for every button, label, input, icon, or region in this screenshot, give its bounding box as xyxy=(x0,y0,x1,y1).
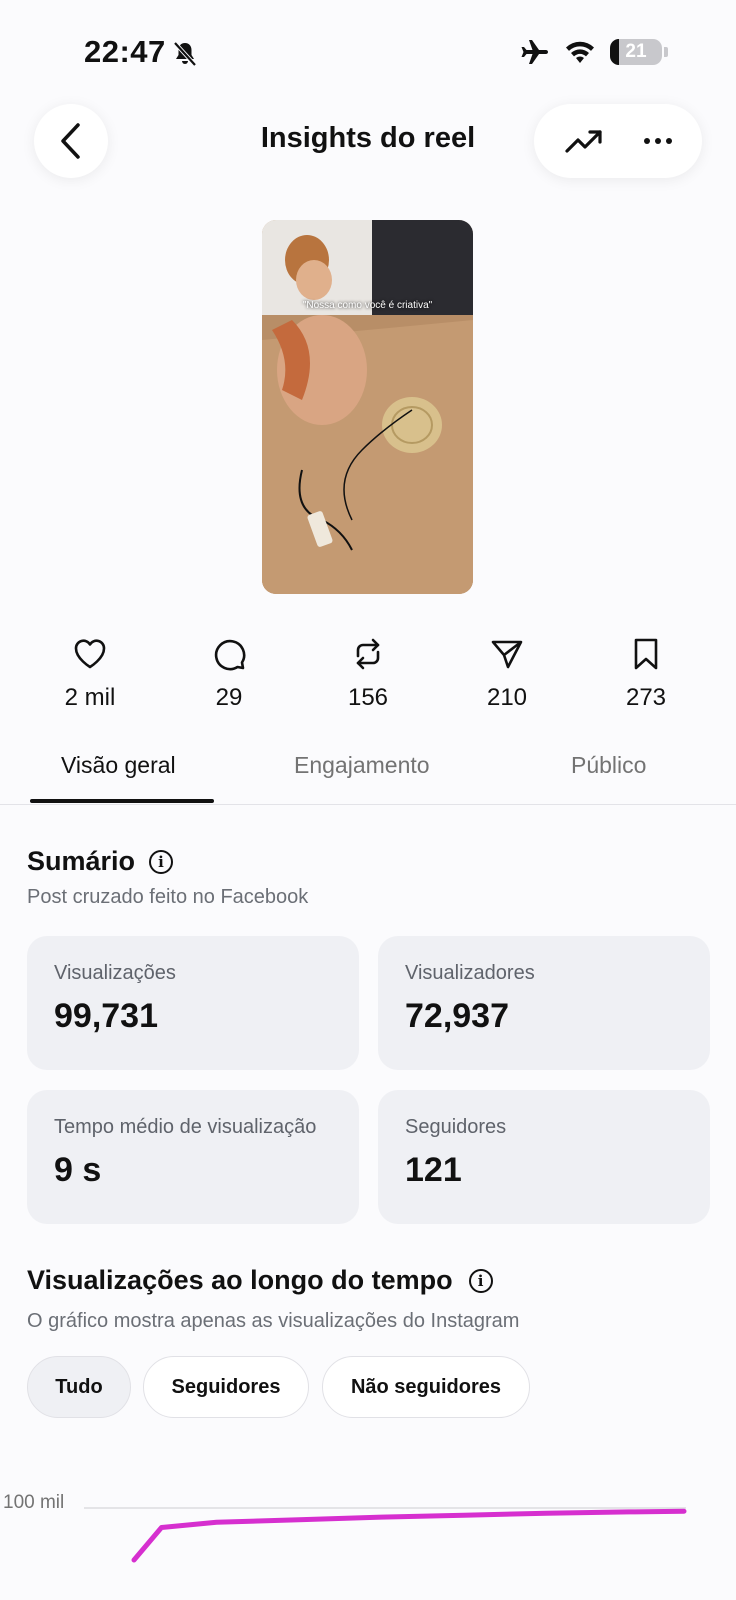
card-viewers: Visualizadores 72,937 xyxy=(378,936,710,1070)
y-tick-label: 100 mil xyxy=(3,1492,64,1513)
stat-likes-value: 2 mil xyxy=(64,684,116,711)
more-options-icon[interactable] xyxy=(643,137,673,145)
stat-shares-value: 210 xyxy=(486,684,528,711)
card-views-label: Visualizações xyxy=(54,962,176,984)
insights-tabs: Visão geral Engajamento Público xyxy=(0,752,736,805)
battery-tip xyxy=(664,47,668,57)
views-line-chart: 100 mil xyxy=(3,1492,687,1563)
views-over-time-subtitle: O gráfico mostra apenas as visualizações… xyxy=(27,1310,520,1332)
tab-audience[interactable]: Público xyxy=(571,752,646,779)
card-viewers-label: Visualizadores xyxy=(405,962,535,984)
stat-saves: 273 xyxy=(586,636,706,712)
card-followers: Seguidores 121 xyxy=(378,1090,710,1224)
summary-header: Sumário i xyxy=(27,846,174,877)
views-over-time-header: Visualizações ao longo do tempo i xyxy=(27,1265,493,1296)
card-avg-watch-time: Tempo médio de visualização 9 s xyxy=(27,1090,359,1224)
tab-overview[interactable]: Visão geral xyxy=(61,752,176,779)
stat-saves-value: 273 xyxy=(625,684,667,711)
card-views-value: 99,731 xyxy=(54,997,158,1035)
filter-non-followers-chip[interactable]: Não seguidores xyxy=(322,1356,530,1418)
reel-image xyxy=(262,220,473,594)
views-over-time-title: Visualizações ao longo do tempo xyxy=(27,1265,453,1295)
comment-icon xyxy=(214,639,246,671)
status-time: 22:47 xyxy=(84,34,166,69)
reel-thumbnail[interactable]: "Nossa como você é criativa" xyxy=(262,220,473,594)
stat-comments: 29 xyxy=(169,636,289,712)
save-icon xyxy=(634,638,658,670)
heart-icon xyxy=(74,639,106,669)
filter-all-chip[interactable]: Tudo xyxy=(27,1356,131,1418)
summary-title: Sumário xyxy=(27,846,136,876)
filter-followers-chip[interactable]: Seguidores xyxy=(143,1356,309,1418)
tab-engagement[interactable]: Engajamento xyxy=(294,752,430,779)
card-viewers-value: 72,937 xyxy=(405,997,509,1035)
stat-reposts-value: 156 xyxy=(347,684,389,711)
card-avg-watch-time-value: 9 s xyxy=(54,1151,102,1189)
card-views: Visualizações 99,731 xyxy=(27,936,359,1070)
info-icon[interactable]: i xyxy=(149,849,174,874)
reel-stats: 2 mil 29 156 210 273 xyxy=(30,636,706,712)
info-icon[interactable]: i xyxy=(468,1268,493,1293)
share-icon xyxy=(491,640,523,669)
stat-shares: 210 xyxy=(447,636,567,712)
active-tab-indicator xyxy=(30,799,214,803)
battery-level: 21 xyxy=(625,41,647,62)
silent-bell-icon xyxy=(173,41,197,67)
reel-caption: "Nossa como você é criativa" xyxy=(302,300,433,311)
status-icons: 21 xyxy=(520,38,668,66)
card-avg-watch-time-label: Tempo médio de visualização xyxy=(54,1116,317,1138)
stat-likes: 2 mil xyxy=(30,636,150,712)
views-series-line xyxy=(131,1508,687,1563)
header-actions xyxy=(534,104,702,178)
battery-indicator: 21 xyxy=(610,39,662,65)
stat-reposts: 156 xyxy=(308,636,428,712)
stat-comments-value: 29 xyxy=(215,684,243,711)
airplane-icon xyxy=(521,40,548,64)
summary-subtitle: Post cruzado feito no Facebook xyxy=(27,886,309,908)
card-followers-label: Seguidores xyxy=(405,1116,507,1138)
wifi-icon xyxy=(566,41,594,63)
card-followers-value: 121 xyxy=(405,1151,462,1189)
trending-up-icon[interactable] xyxy=(564,127,604,155)
repost-icon xyxy=(356,638,380,670)
